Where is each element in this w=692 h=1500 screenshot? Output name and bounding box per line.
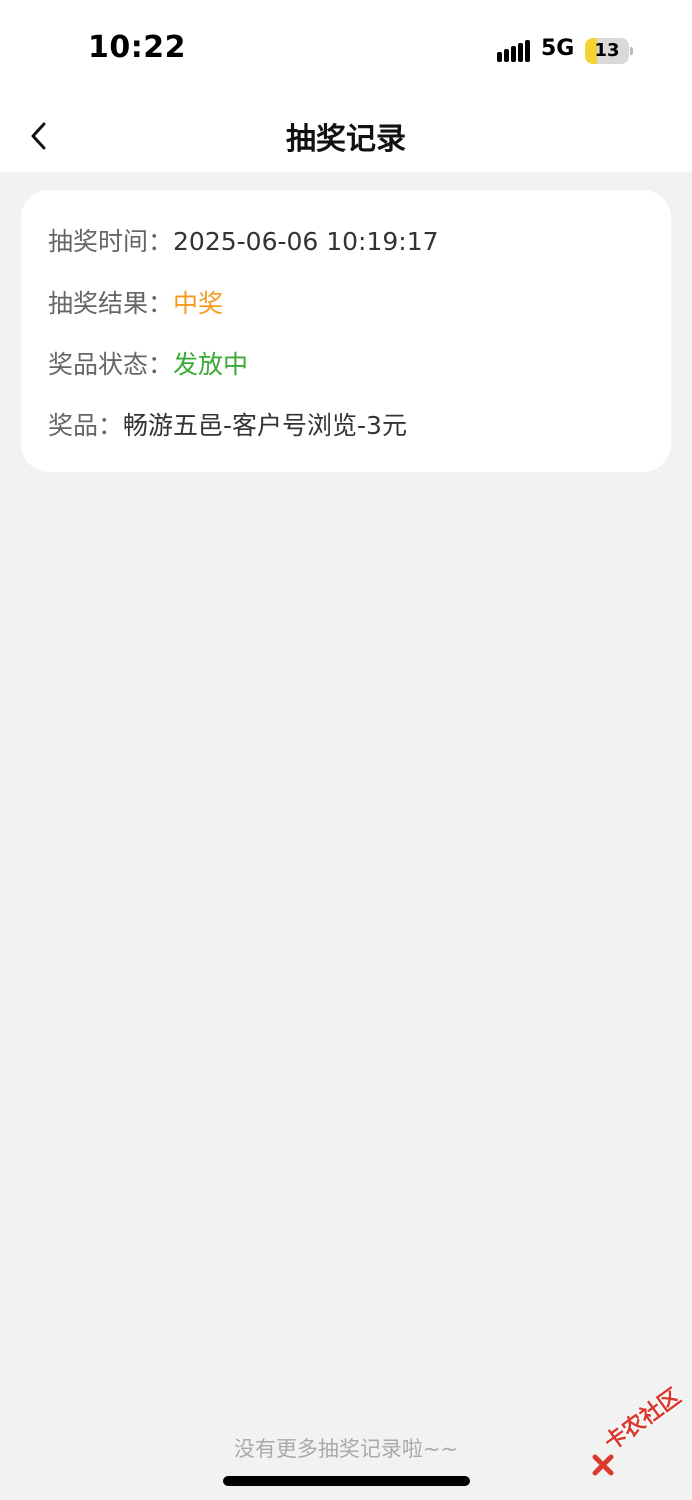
draw-result-label: 抽奖结果： <box>48 289 174 318</box>
prize-status-label: 奖品状态： <box>48 350 174 379</box>
battery-level: 13 <box>594 40 620 61</box>
draw-result-value: 中奖 <box>173 289 224 318</box>
draw-result-row: 抽奖结果：中奖 <box>48 284 223 320</box>
battery-icon: 13 <box>585 38 633 64</box>
prize-row: 奖品：畅游五邑-客户号浏览-3元 <box>48 406 407 442</box>
lottery-record-card: 抽奖时间：2025-06-06 10:19:17 抽奖结果：中奖 奖品状态：发放… <box>21 190 671 472</box>
watermark-text: 卡农社区 <box>600 1384 687 1457</box>
prize-label: 奖品： <box>48 411 124 440</box>
watermark-logo: 卡农社区 <box>592 1384 692 1480</box>
draw-time-row: 抽奖时间：2025-06-06 10:19:17 <box>48 222 439 258</box>
nav-bar: 抽奖记录 <box>0 100 692 172</box>
watermark-mark-icon <box>592 1454 614 1476</box>
draw-time-label: 抽奖时间： <box>48 227 174 256</box>
draw-time-value: 2025-06-06 10:19:17 <box>173 227 439 256</box>
page-title: 抽奖记录 <box>286 122 406 157</box>
network-type: 5G <box>541 36 575 61</box>
signal-icon <box>497 40 530 62</box>
prize-status-value: 发放中 <box>173 350 249 379</box>
status-time: 10:22 <box>88 30 186 65</box>
prize-status-row: 奖品状态：发放中 <box>48 345 248 381</box>
prize-value: 畅游五邑-客户号浏览-3元 <box>123 411 407 440</box>
status-bar: 10:22 5G 13 <box>0 0 692 100</box>
no-more-records-note: 没有更多抽奖记录啦~~ <box>233 1437 459 1461</box>
home-indicator[interactable] <box>223 1476 470 1486</box>
